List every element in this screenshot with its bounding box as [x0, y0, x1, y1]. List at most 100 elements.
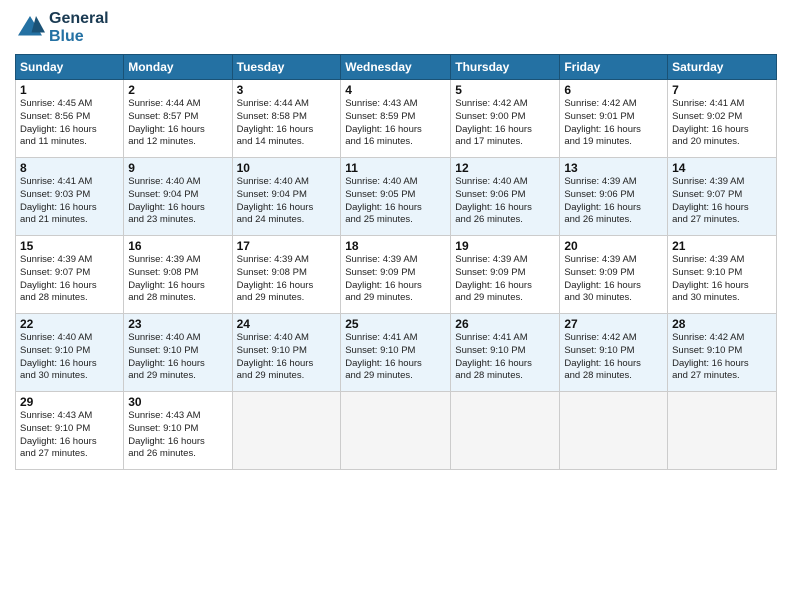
- day-info: Sunrise: 4:43 AMSunset: 9:10 PMDaylight:…: [128, 410, 227, 461]
- calendar-cell: 20Sunrise: 4:39 AMSunset: 9:09 PMDayligh…: [560, 236, 668, 314]
- day-info: Sunrise: 4:43 AMSunset: 8:59 PMDaylight:…: [345, 98, 446, 149]
- weekday-header-monday: Monday: [124, 55, 232, 80]
- calendar-cell: 4Sunrise: 4:43 AMSunset: 8:59 PMDaylight…: [341, 80, 451, 158]
- day-info: Sunrise: 4:39 AMSunset: 9:09 PMDaylight:…: [345, 254, 446, 305]
- day-info: Sunrise: 4:42 AMSunset: 9:10 PMDaylight:…: [672, 332, 772, 383]
- calendar-cell: 22Sunrise: 4:40 AMSunset: 9:10 PMDayligh…: [16, 314, 124, 392]
- calendar-cell: 12Sunrise: 4:40 AMSunset: 9:06 PMDayligh…: [451, 158, 560, 236]
- calendar-cell: 3Sunrise: 4:44 AMSunset: 8:58 PMDaylight…: [232, 80, 341, 158]
- calendar-cell: 14Sunrise: 4:39 AMSunset: 9:07 PMDayligh…: [668, 158, 777, 236]
- day-info: Sunrise: 4:39 AMSunset: 9:07 PMDaylight:…: [20, 254, 119, 305]
- calendar-cell: 13Sunrise: 4:39 AMSunset: 9:06 PMDayligh…: [560, 158, 668, 236]
- day-number: 5: [455, 83, 555, 97]
- day-info: Sunrise: 4:39 AMSunset: 9:09 PMDaylight:…: [564, 254, 663, 305]
- calendar-cell: 25Sunrise: 4:41 AMSunset: 9:10 PMDayligh…: [341, 314, 451, 392]
- calendar-week-2: 8Sunrise: 4:41 AMSunset: 9:03 PMDaylight…: [16, 158, 777, 236]
- day-number: 20: [564, 239, 663, 253]
- day-number: 1: [20, 83, 119, 97]
- calendar-cell: 26Sunrise: 4:41 AMSunset: 9:10 PMDayligh…: [451, 314, 560, 392]
- day-info: Sunrise: 4:40 AMSunset: 9:04 PMDaylight:…: [128, 176, 227, 227]
- day-info: Sunrise: 4:42 AMSunset: 9:10 PMDaylight:…: [564, 332, 663, 383]
- weekday-header-thursday: Thursday: [451, 55, 560, 80]
- day-number: 14: [672, 161, 772, 175]
- calendar-week-3: 15Sunrise: 4:39 AMSunset: 9:07 PMDayligh…: [16, 236, 777, 314]
- calendar-cell: 29Sunrise: 4:43 AMSunset: 9:10 PMDayligh…: [16, 392, 124, 470]
- weekday-header-friday: Friday: [560, 55, 668, 80]
- calendar-cell: 5Sunrise: 4:42 AMSunset: 9:00 PMDaylight…: [451, 80, 560, 158]
- calendar-cell: 21Sunrise: 4:39 AMSunset: 9:10 PMDayligh…: [668, 236, 777, 314]
- day-number: 2: [128, 83, 227, 97]
- day-info: Sunrise: 4:41 AMSunset: 9:10 PMDaylight:…: [455, 332, 555, 383]
- day-number: 25: [345, 317, 446, 331]
- calendar-cell: [560, 392, 668, 470]
- day-number: 11: [345, 161, 446, 175]
- day-number: 17: [237, 239, 337, 253]
- day-number: 8: [20, 161, 119, 175]
- calendar-cell: 11Sunrise: 4:40 AMSunset: 9:05 PMDayligh…: [341, 158, 451, 236]
- calendar-cell: [232, 392, 341, 470]
- day-number: 4: [345, 83, 446, 97]
- day-number: 28: [672, 317, 772, 331]
- calendar-body: 1Sunrise: 4:45 AMSunset: 8:56 PMDaylight…: [16, 80, 777, 470]
- calendar-cell: [341, 392, 451, 470]
- calendar-week-1: 1Sunrise: 4:45 AMSunset: 8:56 PMDaylight…: [16, 80, 777, 158]
- calendar-cell: 17Sunrise: 4:39 AMSunset: 9:08 PMDayligh…: [232, 236, 341, 314]
- calendar-cell: [451, 392, 560, 470]
- day-info: Sunrise: 4:42 AMSunset: 9:00 PMDaylight:…: [455, 98, 555, 149]
- day-number: 16: [128, 239, 227, 253]
- calendar-cell: 19Sunrise: 4:39 AMSunset: 9:09 PMDayligh…: [451, 236, 560, 314]
- logo-icon: [15, 13, 45, 43]
- calendar-table: SundayMondayTuesdayWednesdayThursdayFrid…: [15, 54, 777, 470]
- day-number: 30: [128, 395, 227, 409]
- day-number: 21: [672, 239, 772, 253]
- day-number: 26: [455, 317, 555, 331]
- calendar-cell: 1Sunrise: 4:45 AMSunset: 8:56 PMDaylight…: [16, 80, 124, 158]
- calendar-cell: 27Sunrise: 4:42 AMSunset: 9:10 PMDayligh…: [560, 314, 668, 392]
- calendar-header: SundayMondayTuesdayWednesdayThursdayFrid…: [16, 55, 777, 80]
- calendar-cell: 24Sunrise: 4:40 AMSunset: 9:10 PMDayligh…: [232, 314, 341, 392]
- calendar-cell: 28Sunrise: 4:42 AMSunset: 9:10 PMDayligh…: [668, 314, 777, 392]
- day-info: Sunrise: 4:40 AMSunset: 9:06 PMDaylight:…: [455, 176, 555, 227]
- day-info: Sunrise: 4:41 AMSunset: 9:02 PMDaylight:…: [672, 98, 772, 149]
- day-number: 24: [237, 317, 337, 331]
- calendar-cell: 10Sunrise: 4:40 AMSunset: 9:04 PMDayligh…: [232, 158, 341, 236]
- day-info: Sunrise: 4:43 AMSunset: 9:10 PMDaylight:…: [20, 410, 119, 461]
- calendar-cell: 30Sunrise: 4:43 AMSunset: 9:10 PMDayligh…: [124, 392, 232, 470]
- header: General Blue: [15, 10, 777, 46]
- day-number: 6: [564, 83, 663, 97]
- day-info: Sunrise: 4:45 AMSunset: 8:56 PMDaylight:…: [20, 98, 119, 149]
- day-number: 9: [128, 161, 227, 175]
- day-info: Sunrise: 4:41 AMSunset: 9:03 PMDaylight:…: [20, 176, 119, 227]
- calendar-cell: 18Sunrise: 4:39 AMSunset: 9:09 PMDayligh…: [341, 236, 451, 314]
- calendar-cell: 2Sunrise: 4:44 AMSunset: 8:57 PMDaylight…: [124, 80, 232, 158]
- logo: General Blue: [15, 10, 109, 46]
- calendar-cell: [668, 392, 777, 470]
- calendar-cell: 15Sunrise: 4:39 AMSunset: 9:07 PMDayligh…: [16, 236, 124, 314]
- day-info: Sunrise: 4:44 AMSunset: 8:57 PMDaylight:…: [128, 98, 227, 149]
- day-info: Sunrise: 4:41 AMSunset: 9:10 PMDaylight:…: [345, 332, 446, 383]
- day-info: Sunrise: 4:39 AMSunset: 9:10 PMDaylight:…: [672, 254, 772, 305]
- calendar-cell: 16Sunrise: 4:39 AMSunset: 9:08 PMDayligh…: [124, 236, 232, 314]
- calendar-cell: 7Sunrise: 4:41 AMSunset: 9:02 PMDaylight…: [668, 80, 777, 158]
- day-info: Sunrise: 4:40 AMSunset: 9:04 PMDaylight:…: [237, 176, 337, 227]
- day-info: Sunrise: 4:42 AMSunset: 9:01 PMDaylight:…: [564, 98, 663, 149]
- weekday-row: SundayMondayTuesdayWednesdayThursdayFrid…: [16, 55, 777, 80]
- calendar-week-4: 22Sunrise: 4:40 AMSunset: 9:10 PMDayligh…: [16, 314, 777, 392]
- day-number: 13: [564, 161, 663, 175]
- calendar-week-5: 29Sunrise: 4:43 AMSunset: 9:10 PMDayligh…: [16, 392, 777, 470]
- weekday-header-saturday: Saturday: [668, 55, 777, 80]
- calendar-cell: 23Sunrise: 4:40 AMSunset: 9:10 PMDayligh…: [124, 314, 232, 392]
- logo-text: General Blue: [49, 10, 109, 46]
- day-info: Sunrise: 4:40 AMSunset: 9:10 PMDaylight:…: [237, 332, 337, 383]
- day-info: Sunrise: 4:39 AMSunset: 9:06 PMDaylight:…: [564, 176, 663, 227]
- day-number: 12: [455, 161, 555, 175]
- weekday-header-tuesday: Tuesday: [232, 55, 341, 80]
- day-number: 29: [20, 395, 119, 409]
- weekday-header-wednesday: Wednesday: [341, 55, 451, 80]
- day-info: Sunrise: 4:39 AMSunset: 9:09 PMDaylight:…: [455, 254, 555, 305]
- day-number: 7: [672, 83, 772, 97]
- weekday-header-sunday: Sunday: [16, 55, 124, 80]
- day-number: 23: [128, 317, 227, 331]
- page: General Blue SundayMondayTuesdayWednesda…: [0, 0, 792, 612]
- day-info: Sunrise: 4:44 AMSunset: 8:58 PMDaylight:…: [237, 98, 337, 149]
